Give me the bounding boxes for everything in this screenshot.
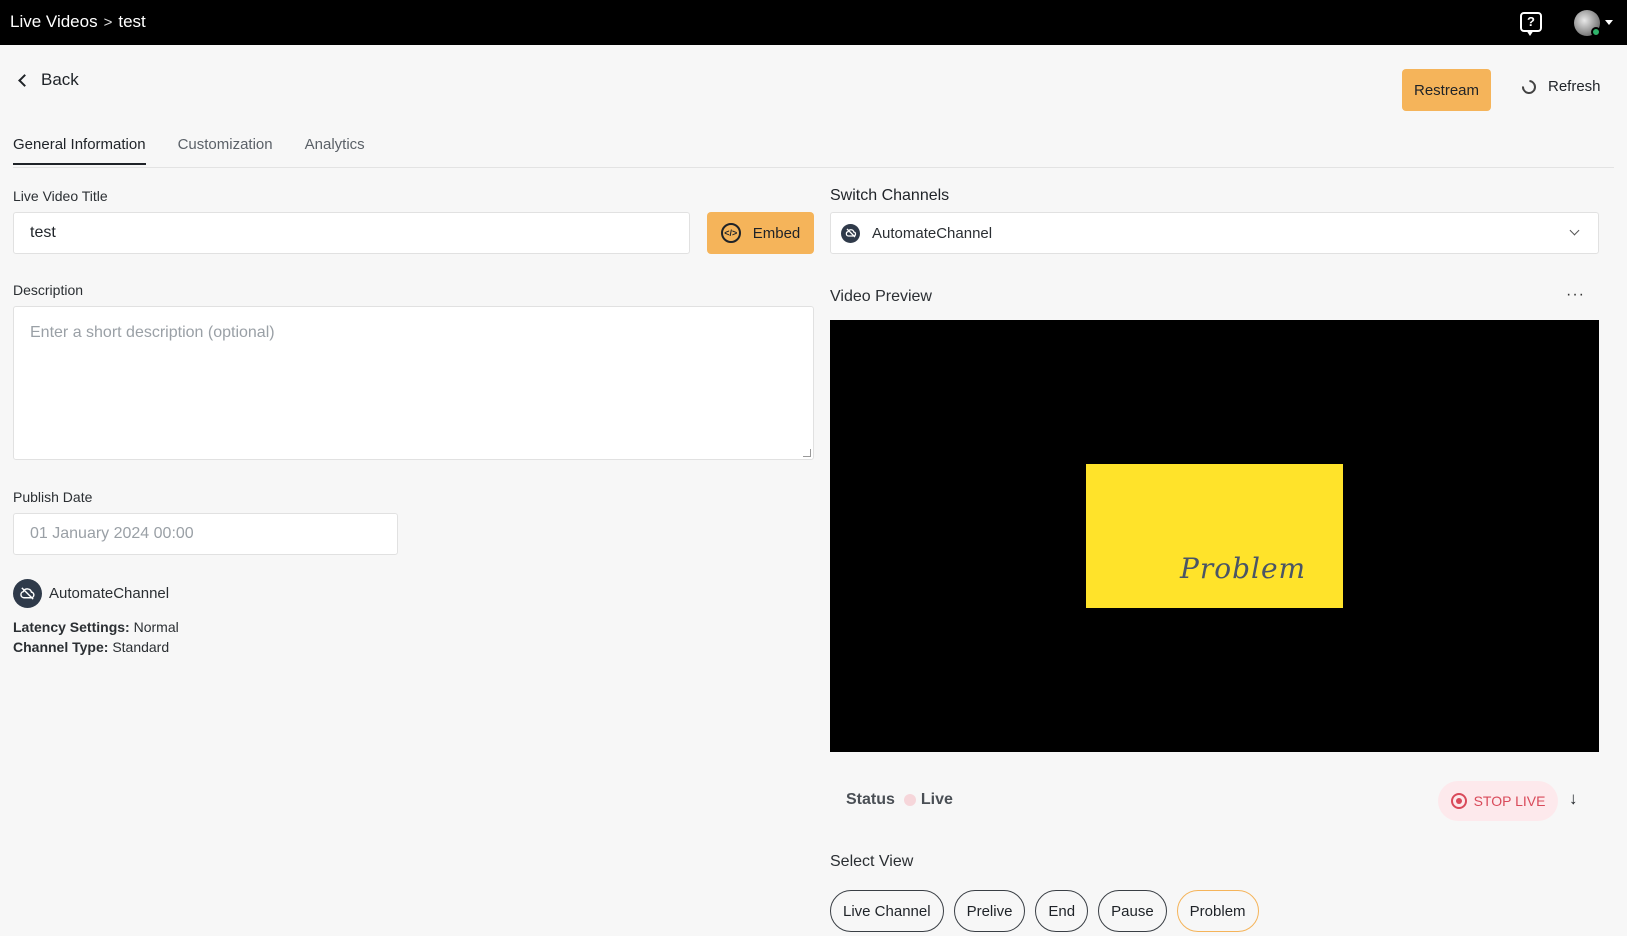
refresh-icon [1519, 76, 1539, 97]
channel-type: Channel Type: Standard [13, 639, 169, 655]
view-problem[interactable]: Problem [1176, 890, 1259, 932]
stop-live-button[interactable]: STOP LIVE [1438, 781, 1558, 821]
chevron-down-icon[interactable] [1605, 20, 1613, 25]
stop-live-label: STOP LIVE [1473, 793, 1546, 809]
problem-slide: Problem [1086, 464, 1343, 608]
tab-general-information[interactable]: General Information [13, 136, 146, 165]
view-prelive[interactable]: Prelive [953, 890, 1026, 932]
channel-type-value: Standard [112, 639, 170, 655]
status-value: Live [920, 791, 953, 808]
tab-analytics[interactable]: Analytics [305, 136, 365, 165]
view-options: Live Channel Prelive End Pause Problem [830, 890, 1269, 932]
video-preview-label: Video Preview [830, 288, 932, 305]
description-textarea[interactable]: Enter a short description (optional) [13, 306, 814, 460]
slide-text: Problem [1180, 552, 1307, 585]
tab-divider [13, 167, 1614, 168]
breadcrumb: Live Videos > test [10, 12, 146, 32]
record-icon [1450, 793, 1467, 809]
status-row: Status Live [846, 791, 953, 809]
channel-select-value: AutomateChannel [872, 224, 993, 242]
description-placeholder: Enter a short description (optional) [30, 324, 275, 341]
tab-customization[interactable]: Customization [178, 136, 273, 165]
avatar[interactable] [1574, 10, 1601, 37]
breadcrumb-current: test [118, 12, 146, 31]
publish-date-input[interactable]: 01 January 2024 00:00 [13, 513, 398, 555]
more-options-icon[interactable]: ··· [1566, 286, 1585, 304]
latency-value: Normal [133, 619, 179, 635]
top-bar: Live Videos > test ? [0, 0, 1627, 45]
view-pause[interactable]: Pause [1098, 890, 1167, 932]
view-end[interactable]: End [1035, 890, 1089, 932]
channel-type-key: Channel Type: [13, 639, 109, 655]
title-input[interactable]: test [13, 212, 690, 254]
cloud-off-icon [13, 579, 42, 608]
select-view-label: Select View [830, 853, 914, 870]
refresh-button[interactable]: Refresh [1519, 76, 1601, 97]
title-label: Live Video Title [13, 188, 108, 204]
chevron-down-icon [1569, 225, 1580, 236]
restream-button[interactable]: Restream [1402, 69, 1491, 111]
channel-select[interactable]: AutomateChannel [830, 212, 1599, 254]
latency-key: Latency Settings: [13, 619, 130, 635]
channel-name: AutomateChannel [49, 585, 170, 602]
back-button[interactable]: Back [16, 70, 79, 90]
chevron-left-icon [18, 73, 31, 87]
help-icon[interactable]: ? [1520, 12, 1542, 36]
back-label: Back [41, 70, 79, 89]
embed-label: Embed [752, 224, 801, 242]
video-player[interactable]: Problem [830, 320, 1599, 752]
channel-info: AutomateChannel [13, 579, 169, 608]
view-live-channel[interactable]: Live Channel [830, 890, 944, 932]
switch-channels-label: Switch Channels [830, 187, 950, 204]
breadcrumb-live-videos[interactable]: Live Videos [10, 12, 98, 32]
status-label: Status [846, 791, 895, 808]
refresh-label: Refresh [1548, 78, 1601, 95]
breadcrumb-separator: > [103, 13, 113, 31]
arrow-down-icon[interactable]: ↓ [1569, 789, 1578, 809]
latency-settings: Latency Settings: Normal [13, 619, 179, 635]
embed-button[interactable]: </> Embed [707, 212, 814, 254]
tab-bar: General Information Customization Analyt… [13, 136, 397, 165]
code-icon: </> [720, 223, 741, 243]
resize-handle[interactable] [803, 449, 811, 457]
publish-date-label: Publish Date [13, 489, 93, 505]
description-label: Description [13, 282, 84, 298]
status-dot [903, 794, 916, 806]
cloud-off-icon [841, 223, 860, 243]
online-status-dot [1591, 27, 1601, 37]
